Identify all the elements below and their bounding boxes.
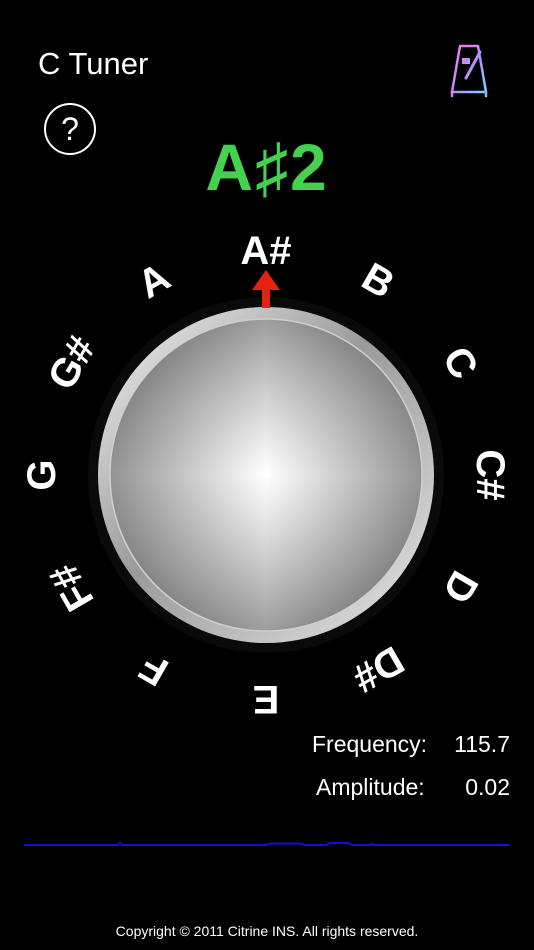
note-label-d: D xyxy=(434,563,487,610)
waveform-line xyxy=(24,841,510,846)
copyright-footer: Copyright © 2011 Citrine INS. All rights… xyxy=(115,923,419,939)
frequency-value: 115.7 xyxy=(454,731,510,757)
frequency-label: Frequency: xyxy=(312,731,428,757)
amplitude-value: 0.02 xyxy=(465,774,510,800)
note-label-d-sharp: D# xyxy=(345,637,411,701)
note-label-f: F xyxy=(132,644,175,694)
tuner-dial: A# BC C# D D# E F F# G G# A xyxy=(20,229,512,721)
waveform-display xyxy=(24,841,510,846)
note-label-c-sharp: C# xyxy=(468,449,512,500)
note-label-b: B xyxy=(354,255,401,308)
note-label-c: C xyxy=(434,339,487,386)
knob-sheen-horizontal xyxy=(110,319,422,631)
note-label-g: G xyxy=(20,459,64,490)
note-label-a-sharp: A# xyxy=(240,229,291,273)
note-label-e: E xyxy=(253,677,280,721)
amplitude-label: Amplitude: xyxy=(316,774,425,800)
note-label-f-sharp: F# xyxy=(41,556,102,618)
note-label-a: A xyxy=(130,255,177,308)
note-label-g-sharp: G# xyxy=(40,329,105,397)
